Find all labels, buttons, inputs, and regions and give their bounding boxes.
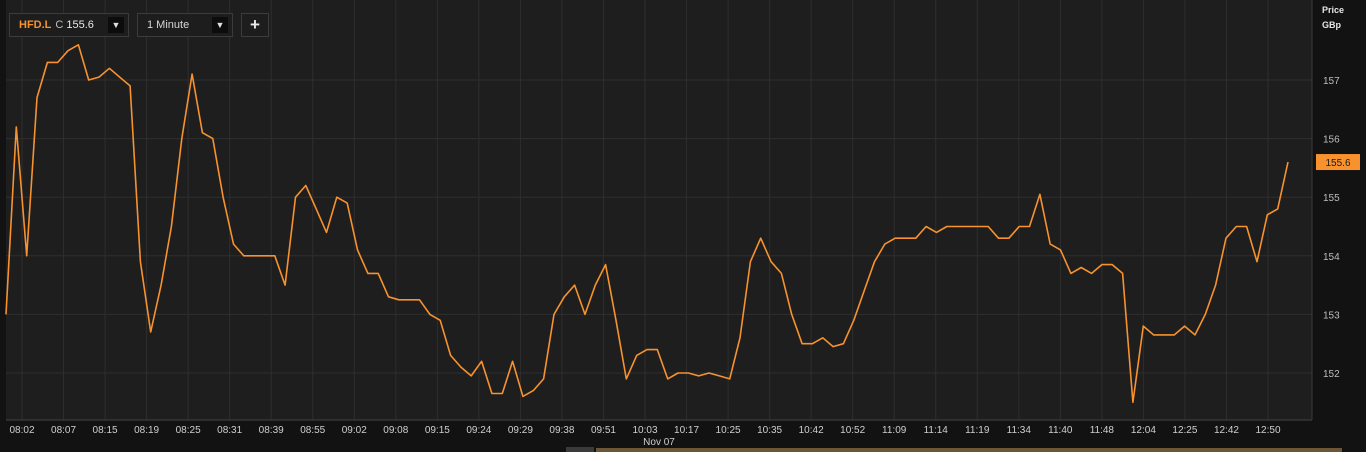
y-tick-label: 154 [1323, 252, 1340, 263]
date-label: Nov 07 [643, 437, 675, 448]
x-tick-label: 12:50 [1255, 425, 1280, 436]
x-tick-label: 08:07 [51, 425, 76, 436]
x-tick-label: 09:08 [383, 425, 408, 436]
plot-area [6, 0, 1312, 420]
y-tick-label: 155 [1323, 193, 1340, 204]
x-tick-label: 09:02 [342, 425, 367, 436]
close-label: C [55, 19, 64, 31]
x-tick-label: 10:42 [799, 425, 824, 436]
x-tick-label: 11:09 [882, 425, 907, 436]
x-tick-label: 11:19 [965, 425, 990, 436]
y-tick-label: 156 [1323, 135, 1340, 146]
x-tick-label: 10:17 [674, 425, 699, 436]
currency-axis-title: GBp [1322, 20, 1341, 30]
symbol-selector[interactable]: HFD.L C 155.6 ▼ [9, 13, 129, 37]
x-tick-label: 09:29 [508, 425, 533, 436]
interval-label: 1 Minute [147, 19, 190, 31]
x-tick-label: 08:25 [176, 425, 201, 436]
x-tick-label: 10:52 [840, 425, 865, 436]
symbol-label: HFD.L [19, 19, 52, 31]
x-tick-label: 12:25 [1172, 425, 1197, 436]
close-value: 155.6 [66, 19, 94, 31]
x-tick-label: 11:40 [1048, 425, 1073, 436]
scrollbar-range[interactable] [596, 448, 1342, 452]
y-tick-label: 157 [1323, 76, 1340, 87]
scrollbar-handle[interactable] [566, 447, 594, 452]
x-tick-label: 10:25 [716, 425, 741, 436]
x-tick-label: 10:03 [632, 425, 657, 436]
x-tick-label: 11:14 [924, 425, 949, 436]
chevron-down-icon[interactable]: ▼ [108, 17, 124, 33]
x-tick-label: 11:34 [1007, 425, 1032, 436]
x-tick-label: 10:35 [757, 425, 782, 436]
x-tick-label: 09:24 [466, 425, 491, 436]
x-tick-label: 08:02 [9, 425, 34, 436]
x-tick-label: 09:51 [591, 425, 616, 436]
y-tick-label: 152 [1323, 369, 1340, 380]
x-tick-label: 09:15 [425, 425, 450, 436]
y-axis-ticks: 152 153 154 155 156 157 [1323, 76, 1340, 380]
price-axis-title: Price [1322, 5, 1345, 15]
interval-selector[interactable]: 1 Minute ▼ [137, 13, 233, 37]
chart-toolbar: HFD.L C 155.6 ▼ 1 Minute ▼ + [9, 13, 269, 37]
price-chart[interactable]: 152153154155156157 08:02 08:07 08:15 08:19 0… [0, 0, 1366, 452]
x-tick-label: 12:04 [1131, 425, 1156, 436]
x-axis-ticks: 08:02 08:07 08:15 08:19 08:25 08:31 08:39 08:55… [9, 425, 1280, 436]
x-tick-label: 11:48 [1090, 425, 1115, 436]
x-tick-label: 12:42 [1214, 425, 1239, 436]
last-price-value: 155.6 [1325, 158, 1350, 169]
x-tick-label: 08:39 [259, 425, 284, 436]
x-tick-label: 08:15 [93, 425, 118, 436]
x-tick-label: 09:38 [549, 425, 574, 436]
x-tick-label: 08:31 [217, 425, 242, 436]
y-tick-label: 153 [1323, 310, 1340, 321]
x-tick-label: 08:19 [134, 425, 159, 436]
x-tick-label: 08:55 [300, 425, 325, 436]
last-price-badge: 155.6 [1316, 154, 1360, 171]
chevron-down-icon[interactable]: ▼ [212, 17, 228, 33]
add-button[interactable]: + [241, 13, 269, 37]
